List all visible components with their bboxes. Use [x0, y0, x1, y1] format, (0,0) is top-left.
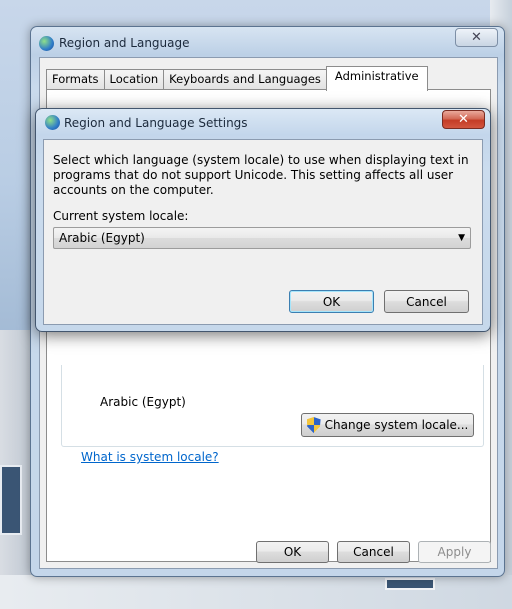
selected-locale: Arabic (Egypt) [59, 231, 145, 245]
tab-administrative[interactable]: Administrative [325, 66, 428, 91]
current-locale-value: Arabic (Egypt) [100, 395, 186, 409]
cancel-button[interactable]: Cancel [337, 541, 410, 563]
change-system-locale-label: Change system locale... [324, 418, 469, 432]
desktop-background-ground [0, 575, 512, 609]
globe-icon [39, 36, 54, 51]
ok-button[interactable]: OK [256, 541, 329, 563]
dialog-cancel-button[interactable]: Cancel [384, 290, 469, 313]
desktop-background-window [0, 465, 22, 535]
tab-formats[interactable]: Formats [46, 69, 105, 90]
change-system-locale-button[interactable]: Change system locale... [301, 413, 474, 437]
dialog-close-button[interactable]: ✕ [442, 110, 485, 129]
tab-keyboards-and-languages[interactable]: Keyboards and Languages [163, 69, 327, 90]
what-is-system-locale-link[interactable]: What is system locale? [81, 450, 219, 464]
current-system-locale-label: Current system locale: [53, 209, 189, 223]
dialog-client-area: Select which language (system locale) to… [43, 139, 483, 325]
apply-button[interactable]: Apply [418, 541, 491, 563]
region-language-settings-dialog: Region and Language Settings ✕ Select wh… [35, 108, 491, 332]
globe-icon [45, 115, 60, 130]
uac-shield-icon [306, 417, 321, 433]
window-title: Region and Language [59, 36, 190, 50]
dialog-description: Select which language (system locale) to… [53, 153, 469, 197]
tab-location[interactable]: Location [103, 69, 165, 90]
desktop-background-window [385, 578, 435, 590]
tab-strip: Formats Location Keyboards and Languages… [46, 66, 428, 91]
system-locale-dropdown[interactable]: Arabic (Egypt) ▼ [53, 227, 471, 249]
dialog-title: Region and Language Settings [64, 116, 248, 130]
chevron-down-icon: ▼ [458, 233, 465, 243]
window-close-button[interactable]: ✕ [455, 28, 498, 47]
dialog-ok-button[interactable]: OK [289, 290, 374, 313]
